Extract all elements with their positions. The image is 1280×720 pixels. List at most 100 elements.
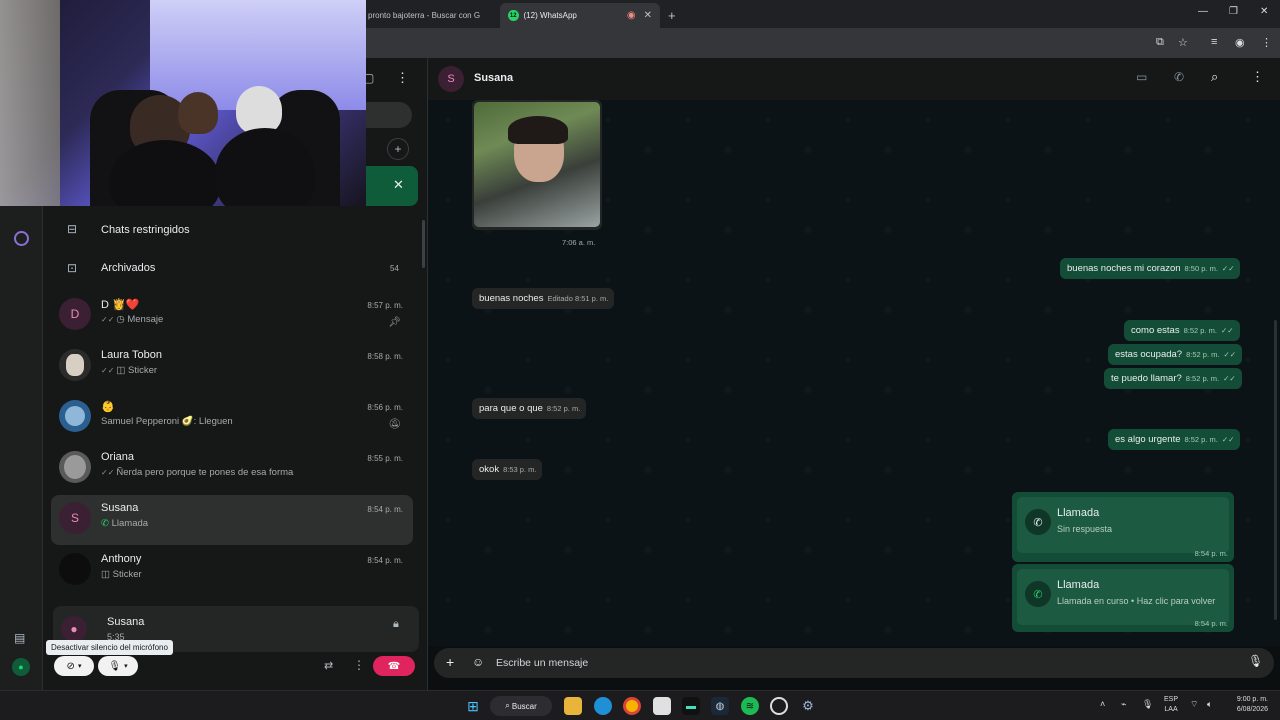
wifi-icon[interactable]: ⌔ bbox=[1190, 699, 1198, 710]
message-time: 8:52 p. m. bbox=[546, 404, 581, 413]
chrome-icon[interactable] bbox=[623, 697, 641, 715]
steam-icon[interactable]: ◍ bbox=[711, 697, 729, 715]
message-out[interactable]: te puedo llamar? 8:52 p. m. ✓✓ bbox=[1104, 368, 1242, 389]
attach-plus-icon[interactable]: + bbox=[446, 654, 454, 670]
browser-menu-icon[interactable]: ⋮ bbox=[1261, 36, 1272, 49]
call-menu-icon[interactable]: ⋮ bbox=[353, 658, 365, 672]
taskbar-search[interactable]: ⌕ Buscar bbox=[490, 696, 552, 716]
message-out[interactable]: buenas noches mi corazon 8:50 p. m. ✓✓ bbox=[1060, 258, 1241, 279]
emoji-icon[interactable]: ☺ bbox=[472, 655, 484, 669]
volume-icon[interactable]: 🔈︎ bbox=[1207, 699, 1212, 710]
language-code: ESP bbox=[1164, 696, 1179, 703]
search-input[interactable] bbox=[365, 102, 412, 128]
hang-up-icon: ☎ bbox=[387, 660, 401, 672]
chat-menu-icon[interactable]: ⋮ bbox=[1251, 69, 1264, 85]
profile-icon[interactable]: ◉ bbox=[1235, 36, 1245, 49]
profile-avatar[interactable]: ● bbox=[12, 658, 30, 676]
message-in[interactable]: buenas noches Editado 8:51 p. m. bbox=[472, 288, 615, 309]
screen-share-icon[interactable]: ⇄ bbox=[324, 659, 333, 672]
avatar bbox=[59, 400, 91, 432]
chat-row-anthony[interactable]: Anthony ◫ Sticker 8:54 p. m. bbox=[51, 546, 413, 596]
chat-row-laura[interactable]: Laura Tobon ✓✓ ◫ Sticker 8:58 p. m. bbox=[51, 342, 413, 392]
close-tab-icon[interactable]: ✕ bbox=[644, 10, 652, 21]
chat-row-group[interactable]: 👶 Samuel Pepperoni 🥑: Lleguen 8:56 p. m.… bbox=[51, 393, 413, 443]
chat-name: D 👸❤️ bbox=[101, 299, 140, 311]
message-out[interactable]: como estas 8:52 p. m. ✓✓ bbox=[1124, 320, 1240, 341]
double-check-icon: ✓✓ bbox=[101, 366, 115, 375]
language-indicator[interactable]: ESP LAA bbox=[1164, 695, 1178, 715]
chat-name: Laura Tobon bbox=[101, 349, 162, 361]
add-filter-button[interactable]: + bbox=[387, 138, 409, 160]
tab-whatsapp[interactable]: 12 (12) WhatsApp ◉ ✕ bbox=[500, 3, 660, 28]
minimize-icon[interactable]: — bbox=[1198, 6, 1208, 17]
call-message-inner: ✆ Llamada Llamada en curso • Haz clic pa… bbox=[1017, 569, 1229, 625]
call-message-missed[interactable]: ✆ Llamada Sin respuesta 8:54 p. m. bbox=[1012, 492, 1234, 562]
microphone-icon[interactable]: 🎙︎ bbox=[1248, 654, 1263, 668]
chat-scrollbar[interactable] bbox=[1274, 320, 1277, 620]
close-banner-icon[interactable]: ✕ bbox=[393, 177, 404, 193]
new-tab-button[interactable]: + bbox=[660, 3, 682, 28]
microphone-icon[interactable]: 🎙︎ bbox=[1142, 699, 1153, 710]
tray-chevron-icon[interactable]: ˄ bbox=[1100, 699, 1105, 709]
sidebar-scrollbar[interactable] bbox=[422, 220, 425, 268]
avatar bbox=[59, 349, 91, 381]
edge-icon[interactable] bbox=[594, 697, 612, 715]
message-time: 8:50 p. m. bbox=[1184, 264, 1218, 273]
message-out[interactable]: estas ocupada? 8:52 p. m. ✓✓ bbox=[1108, 344, 1243, 365]
voice-call-icon[interactable]: ✆ bbox=[1174, 70, 1184, 84]
media-icon[interactable]: ≡ bbox=[1211, 36, 1217, 48]
spotify-icon[interactable]: ≋ bbox=[741, 697, 759, 715]
camera-off-button[interactable]: ⊘ ▾ bbox=[54, 656, 94, 676]
close-window-icon[interactable]: ✕ bbox=[1260, 6, 1268, 17]
message-text: okok bbox=[479, 464, 500, 475]
person-body bbox=[110, 140, 220, 206]
call-title: Llamada bbox=[1057, 507, 1100, 519]
sidebar-menu-icon[interactable]: ⋮ bbox=[396, 70, 409, 86]
sticker-icon: ◫ bbox=[101, 569, 113, 580]
network-icon[interactable]: ⌁ bbox=[1121, 699, 1126, 710]
restricted-chats[interactable]: Chats restringidos bbox=[101, 224, 190, 236]
message-in[interactable]: para que o que 8:52 p. m. bbox=[472, 398, 587, 419]
mic-muted-button[interactable]: 🎙︎ ▾ bbox=[98, 656, 138, 676]
webcam-overlay bbox=[0, 0, 366, 206]
contact-avatar[interactable]: S bbox=[438, 66, 464, 92]
message-out[interactable]: es algo urgente 8:52 p. m. ✓✓ bbox=[1108, 429, 1241, 450]
windows-start-icon[interactable]: ⊞ bbox=[464, 697, 482, 715]
obs-icon[interactable] bbox=[770, 697, 788, 715]
bookmark-star-icon[interactable]: ☆ bbox=[1178, 36, 1188, 49]
file-explorer-icon[interactable] bbox=[564, 697, 582, 715]
call-subtitle: Llamada en curso • Haz clic para volver bbox=[1057, 596, 1216, 606]
image-message[interactable] bbox=[472, 100, 602, 230]
message-in[interactable]: okok 8:53 p. m. bbox=[472, 459, 543, 480]
message-time: Editado 8:51 p. m. bbox=[547, 294, 609, 303]
message-input[interactable]: Escribe un mensaje bbox=[496, 657, 588, 669]
clock-time: 9:00 p. m. bbox=[1236, 696, 1268, 703]
double-check-icon: ✓✓ bbox=[101, 468, 115, 477]
video-call-icon[interactable]: ▭ bbox=[1136, 70, 1147, 84]
avatar bbox=[59, 553, 91, 585]
chat-row-d[interactable]: D D 👸❤️ ✓✓ ◷ Mensaje 8:57 p. m. 📌︎ bbox=[51, 291, 413, 341]
end-call-button[interactable]: ☎ bbox=[373, 656, 415, 676]
search-icon[interactable]: ⌕ bbox=[1211, 69, 1218, 85]
call-message-inner: ✆ Llamada Sin respuesta bbox=[1017, 497, 1229, 553]
contact-name[interactable]: Susana bbox=[474, 72, 513, 84]
settings-gear-icon[interactable]: ⚙ bbox=[799, 697, 817, 715]
install-icon[interactable]: ⧉ bbox=[1156, 36, 1164, 49]
call-subtitle: Sin respuesta bbox=[1057, 524, 1113, 534]
maximize-icon[interactable]: ❐ bbox=[1229, 6, 1238, 17]
sticker-icon: ◫ bbox=[116, 365, 129, 376]
clock[interactable]: 9:00 p. m. 6/08/2026 bbox=[1224, 695, 1268, 715]
chat-row-susana[interactable]: S Susana ✆ Llamada 8:54 p. m. bbox=[51, 495, 413, 545]
message-time: 8:52 p. m. bbox=[1186, 350, 1220, 359]
chat-preview: Sticker bbox=[128, 365, 158, 376]
capcut-icon[interactable]: ▬ bbox=[682, 697, 700, 715]
archived-chats[interactable]: Archivados bbox=[101, 262, 155, 274]
chat-row-oriana[interactable]: Oriana ✓✓ Ñerda pero porque te pones de e… bbox=[51, 444, 413, 494]
tab-search[interactable]: pronto bajoterra - Buscar con G bbox=[360, 3, 500, 28]
media-gallery-icon[interactable]: ▤ bbox=[14, 631, 25, 645]
meta-ai-icon[interactable] bbox=[14, 231, 29, 246]
call-message-ongoing[interactable]: ✆ Llamada Llamada en curso • Haz clic pa… bbox=[1012, 564, 1234, 632]
notes-icon[interactable] bbox=[653, 697, 671, 715]
taskbar-search-label: Buscar bbox=[511, 701, 537, 711]
chat-preview: Llamada bbox=[111, 518, 149, 529]
